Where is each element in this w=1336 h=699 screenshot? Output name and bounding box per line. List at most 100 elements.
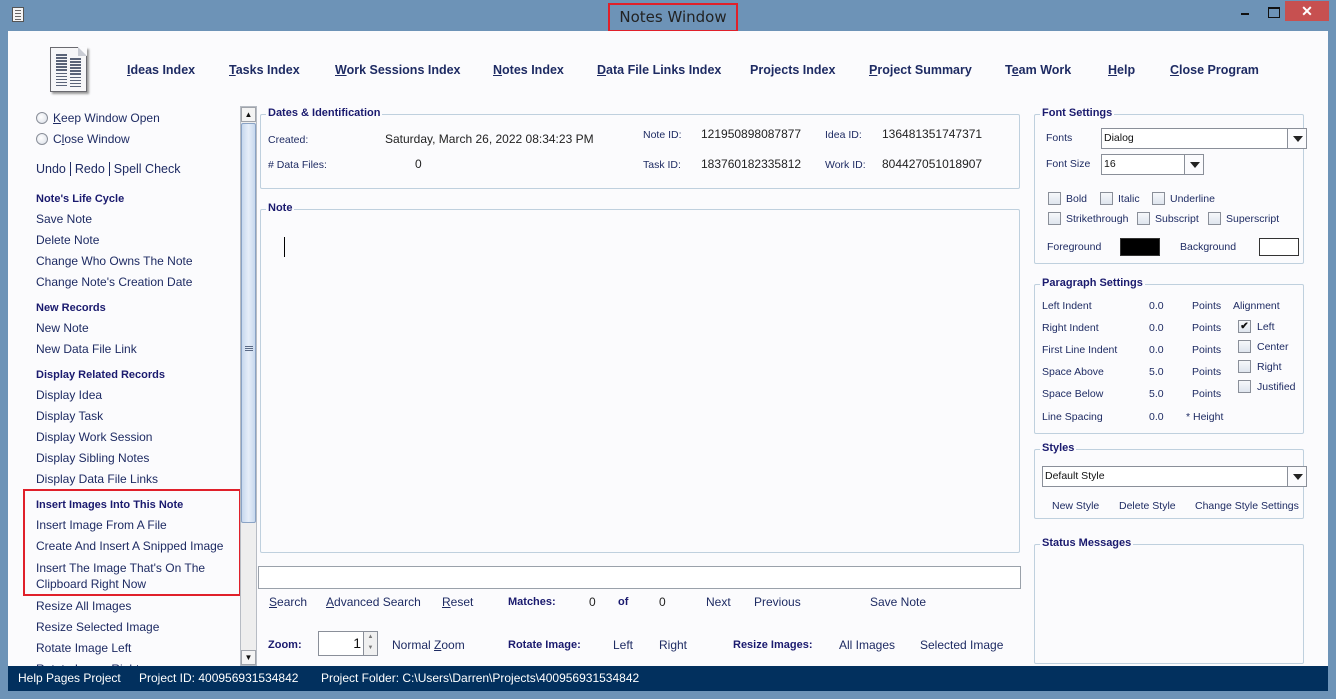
change-owner-link[interactable]: Change Who Owns The Note <box>36 253 193 269</box>
resize-selected-image-button[interactable]: Selected Image <box>920 638 1003 652</box>
nav-team-work[interactable]: Team Work <box>1005 63 1071 77</box>
underline-checkbox[interactable] <box>1152 192 1165 205</box>
right-indent-value[interactable]: 0.0 <box>1149 322 1164 334</box>
display-task-link[interactable]: Display Task <box>36 408 103 424</box>
create-snipped-image-link[interactable]: Create And Insert A Snipped Image <box>36 538 223 554</box>
background-color-swatch[interactable] <box>1259 238 1299 256</box>
section-heading-related-records: Display Related Records <box>36 369 165 381</box>
work-id-value: 804427051018907 <box>882 157 983 171</box>
search-input[interactable] <box>258 566 1021 589</box>
close-window-button[interactable]: ✕ <box>1285 1 1329 21</box>
nav-notes-index[interactable]: Notes Index <box>493 63 564 77</box>
reset-button[interactable]: Reset <box>442 595 473 609</box>
resize-selected-image-link[interactable]: Resize Selected Image <box>36 619 159 635</box>
rotate-right-button[interactable]: Right <box>659 638 687 652</box>
matches-label: Matches: <box>508 596 556 608</box>
sidebar-scrollbar[interactable]: ▲ ▼ <box>240 106 257 666</box>
group-title: Styles <box>1040 442 1077 454</box>
right-indent-label: Right Indent <box>1042 322 1099 334</box>
section-heading-new-records: New Records <box>36 302 106 314</box>
new-note-link[interactable]: New Note <box>36 320 89 336</box>
line-spacing-value[interactable]: 0.0 <box>1149 411 1164 423</box>
font-family-select[interactable]: Dialog <box>1101 128 1307 149</box>
redo-button[interactable]: Redo <box>69 162 109 176</box>
insert-clipboard-image-link[interactable]: Insert The Image That's On The Clipboard… <box>36 560 205 592</box>
zoom-spinner[interactable]: 1 ▲ ▼ <box>318 631 378 656</box>
space-below-unit: Points <box>1192 388 1222 400</box>
strikethrough-checkbox[interactable] <box>1048 212 1061 225</box>
previous-match-button[interactable]: Previous <box>754 595 801 609</box>
task-id-label: Task ID: <box>643 159 681 171</box>
nav-project-summary[interactable]: Project Summary <box>869 63 972 77</box>
scroll-up-arrow-icon[interactable]: ▲ <box>241 107 256 122</box>
display-work-session-link[interactable]: Display Work Session <box>36 429 152 445</box>
display-data-file-links-link[interactable]: Display Data File Links <box>36 471 158 487</box>
nav-projects-index[interactable]: Projects Index <box>750 63 835 77</box>
display-idea-link[interactable]: Display Idea <box>36 387 102 403</box>
resize-all-images-button[interactable]: All Images <box>839 638 895 652</box>
close-window-radio[interactable]: Close Window <box>36 132 130 146</box>
align-right-checkbox[interactable] <box>1238 360 1251 373</box>
delete-style-button[interactable]: Delete Style <box>1119 500 1176 512</box>
insert-image-from-file-link[interactable]: Insert Image From A File <box>36 517 167 533</box>
save-note-link[interactable]: Save Note <box>36 211 92 227</box>
nav-work-sessions-index[interactable]: Work Sessions Index <box>335 63 461 77</box>
align-justified-label: Justified <box>1257 381 1296 393</box>
subscript-checkbox[interactable] <box>1137 212 1150 225</box>
next-match-button[interactable]: Next <box>706 595 731 609</box>
nav-close-program[interactable]: Close Program <box>1170 63 1259 77</box>
space-below-value[interactable]: 5.0 <box>1149 388 1164 400</box>
bold-checkbox[interactable] <box>1048 192 1061 205</box>
align-justified-checkbox[interactable] <box>1238 380 1251 393</box>
search-button[interactable]: Search <box>269 595 307 609</box>
created-value: Saturday, March 26, 2022 08:34:23 PM <box>385 132 594 146</box>
advanced-search-button[interactable]: Advanced Search <box>326 595 421 609</box>
chevron-down-icon[interactable] <box>1184 155 1203 174</box>
first-line-indent-value[interactable]: 0.0 <box>1149 344 1164 356</box>
foreground-color-swatch[interactable] <box>1120 238 1160 256</box>
save-note-button[interactable]: Save Note <box>870 595 926 609</box>
new-data-file-link-link[interactable]: New Data File Link <box>36 341 137 357</box>
nav-data-file-links-index[interactable]: Data File Links Index <box>597 63 721 77</box>
superscript-checkbox[interactable] <box>1208 212 1221 225</box>
resize-all-images-link[interactable]: Resize All Images <box>36 598 131 614</box>
align-left-checkbox[interactable]: ✔ <box>1238 320 1251 333</box>
display-sibling-notes-link[interactable]: Display Sibling Notes <box>36 450 149 466</box>
keep-window-open-radio[interactable]: Keep Window Open <box>36 111 160 125</box>
scroll-down-arrow-icon[interactable]: ▼ <box>241 650 256 665</box>
rotate-left-button[interactable]: Left <box>613 638 633 652</box>
undo-button[interactable]: Undo <box>36 162 70 176</box>
work-id-label: Work ID: <box>825 159 866 171</box>
change-style-settings-button[interactable]: Change Style Settings <box>1195 500 1299 512</box>
status-bar: Help Pages Project Project ID: 400956931… <box>8 666 1328 691</box>
delete-note-link[interactable]: Delete Note <box>36 232 99 248</box>
scroll-thumb[interactable] <box>241 123 256 523</box>
note-editor[interactable] <box>263 220 1017 550</box>
nav-tasks-index[interactable]: Tasks Index <box>229 63 300 77</box>
insert-clipboard-image-line1: Insert The Image That's On The <box>36 561 206 575</box>
italic-checkbox[interactable] <box>1100 192 1113 205</box>
nav-ideas-index[interactable]: Ideas Index <box>127 63 195 77</box>
chevron-down-icon[interactable] <box>1287 129 1306 148</box>
nav-help[interactable]: Help <box>1108 63 1135 77</box>
normal-zoom-button[interactable]: Normal Zoom <box>392 638 465 652</box>
minimize-button[interactable] <box>1233 1 1259 21</box>
app-document-icon[interactable] <box>12 7 24 22</box>
spinner-down-icon[interactable]: ▼ <box>363 643 377 655</box>
zoom-value[interactable]: 1 <box>353 635 361 651</box>
spell-check-button[interactable]: Spell Check <box>108 162 185 176</box>
change-creation-date-link[interactable]: Change Note's Creation Date <box>36 274 192 290</box>
left-indent-value[interactable]: 0.0 <box>1149 300 1164 312</box>
line-spacing-unit: * Height <box>1186 411 1224 423</box>
font-size-label: Font Size <box>1046 158 1091 170</box>
bold-label: Bold <box>1066 193 1088 205</box>
style-select[interactable]: Default Style <box>1042 466 1307 487</box>
space-above-value[interactable]: 5.0 <box>1149 366 1164 378</box>
font-size-select[interactable]: 16 <box>1101 154 1204 175</box>
chevron-down-icon[interactable] <box>1287 467 1306 486</box>
align-center-checkbox[interactable] <box>1238 340 1251 353</box>
rotate-image-left-link[interactable]: Rotate Image Left <box>36 640 131 656</box>
new-style-button[interactable]: New Style <box>1052 500 1099 512</box>
group-title: Font Settings <box>1040 107 1115 119</box>
note-id-label: Note ID: <box>643 129 682 141</box>
